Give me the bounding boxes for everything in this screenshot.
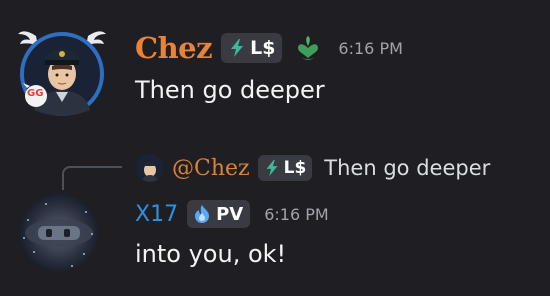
reply-content[interactable]: Then go deeper [324,156,490,180]
server-tag-label: PV [216,203,244,225]
lightning-bolt-icon [266,159,278,177]
message-content: into you, ok! [135,240,287,268]
message2-header: X17 PV 6:16 PM [135,196,329,232]
reply-server-tag-label: L$ [283,158,307,178]
message-content: Then go deeper [135,76,325,104]
reply-mention[interactable]: @Chez [172,156,250,181]
reply-preview[interactable]: @Chez L$ Then go deeper [136,152,490,184]
author-name[interactable]: X17 [135,202,178,227]
chat-view: GG Chez L$ 6:16 PM Then go deeper @Chez … [0,0,550,296]
blue-flame-icon [195,205,210,223]
avatar-gg-badge: GG [27,88,44,99]
timestamp: 6:16 PM [338,38,403,58]
timestamp: 6:16 PM [264,204,329,224]
server-tag[interactable]: L$ [221,33,283,63]
server-tag-label: L$ [250,37,276,59]
lightning-bolt-icon [231,39,244,57]
author-name[interactable]: Chez [135,31,213,65]
heart-leaf-icon[interactable] [292,32,324,64]
reply-server-tag[interactable]: L$ [257,155,313,181]
reply-connector [62,166,122,190]
server-tag[interactable]: PV [187,200,251,228]
chez-avatar[interactable]: GG [14,22,110,118]
message1-header: Chez L$ 6:16 PM [135,26,403,70]
reply-avatar [136,154,164,182]
x17-avatar[interactable] [16,190,102,276]
